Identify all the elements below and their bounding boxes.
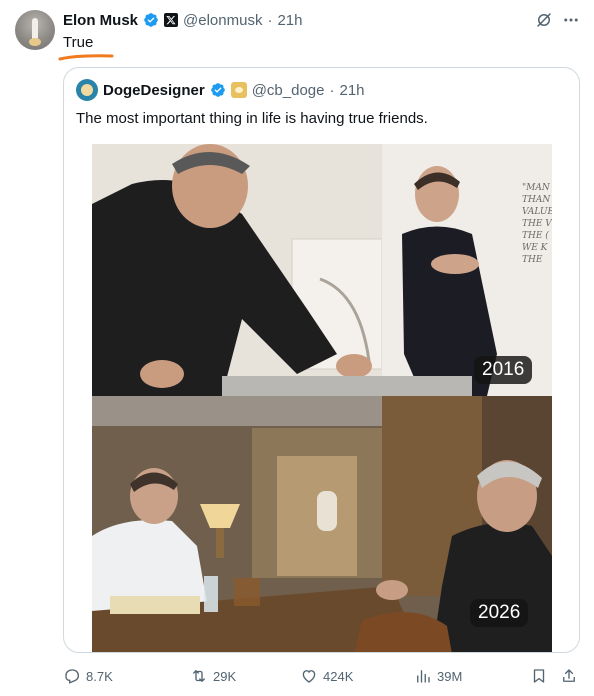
tweet-time[interactable]: 21h xyxy=(277,12,302,29)
quoted-tweet-card[interactable]: DogeDesigner @cb_doge · 21h The most imp… xyxy=(63,67,580,653)
x-logo-icon xyxy=(164,13,179,27)
year-badge-2016: 2016 xyxy=(474,356,533,384)
wall-text-line: THE xyxy=(522,255,543,265)
wall-text-line: THE ( xyxy=(522,230,549,241)
author-handle[interactable]: @elonmusk xyxy=(183,12,262,29)
header-separator: · xyxy=(267,11,273,29)
orange-underline-annotation xyxy=(58,54,114,61)
rocket-shape xyxy=(32,18,38,40)
share-icon xyxy=(563,669,575,682)
like-count: 424K xyxy=(323,668,354,684)
author-avatar[interactable] xyxy=(15,10,55,50)
rocket-flame-shape xyxy=(29,38,41,46)
repost-button[interactable]: 29K xyxy=(190,664,236,688)
quoted-header-separator: · xyxy=(329,81,335,99)
share-button[interactable] xyxy=(560,664,578,688)
photo-2026: 2026 xyxy=(92,396,552,652)
doge-badge-icon xyxy=(230,82,247,98)
like-icon xyxy=(302,670,316,683)
year-badge-2026: 2026 xyxy=(470,599,529,627)
quoted-author-avatar[interactable] xyxy=(76,79,98,101)
author-name[interactable]: Elon Musk xyxy=(63,12,138,29)
wall-text-line: THAN xyxy=(522,195,551,205)
quoted-tweet-text: The most important thing in life is havi… xyxy=(76,110,428,127)
quoted-author-handle[interactable]: @cb_doge xyxy=(252,82,325,99)
tweet-action-bar: 8.7K 29K 424K 39M xyxy=(63,664,580,688)
quoted-tweet-photo[interactable]: "MAN H THAN VALUE THE V THE ( WE K THE 2… xyxy=(92,144,552,652)
grok-icon[interactable] xyxy=(535,11,553,29)
reply-button[interactable]: 8.7K xyxy=(63,664,113,688)
reply-icon xyxy=(65,669,80,684)
reply-count: 8.7K xyxy=(86,668,113,684)
photo-2016: "MAN H THAN VALUE THE V THE ( WE K THE 2… xyxy=(92,144,552,396)
quoted-tweet-header: DogeDesigner @cb_doge · 21h xyxy=(76,79,365,101)
tweet-text: True xyxy=(63,34,94,51)
verified-check-icon xyxy=(210,83,225,97)
wall-text-line: THE V xyxy=(522,219,552,229)
repost-icon xyxy=(193,670,205,682)
bookmark-icon xyxy=(533,669,545,683)
bookmark-button[interactable] xyxy=(530,664,548,688)
quoted-tweet-time[interactable]: 21h xyxy=(339,82,364,99)
views-icon xyxy=(417,670,430,683)
views-button[interactable]: 39M xyxy=(414,664,462,688)
wall-text-line: VALUE xyxy=(522,207,552,217)
wall-text-line: "MAN H xyxy=(522,183,552,193)
views-count: 39M xyxy=(437,668,463,684)
tweet-header: Elon Musk @elonmusk · 21h xyxy=(63,10,302,30)
more-icon[interactable] xyxy=(562,11,580,29)
wall-text-line: WE K xyxy=(522,243,549,253)
quoted-author-name[interactable]: DogeDesigner xyxy=(103,82,205,99)
repost-count: 29K xyxy=(213,668,237,684)
like-button[interactable]: 424K xyxy=(300,664,353,688)
verified-check-icon xyxy=(144,13,158,27)
